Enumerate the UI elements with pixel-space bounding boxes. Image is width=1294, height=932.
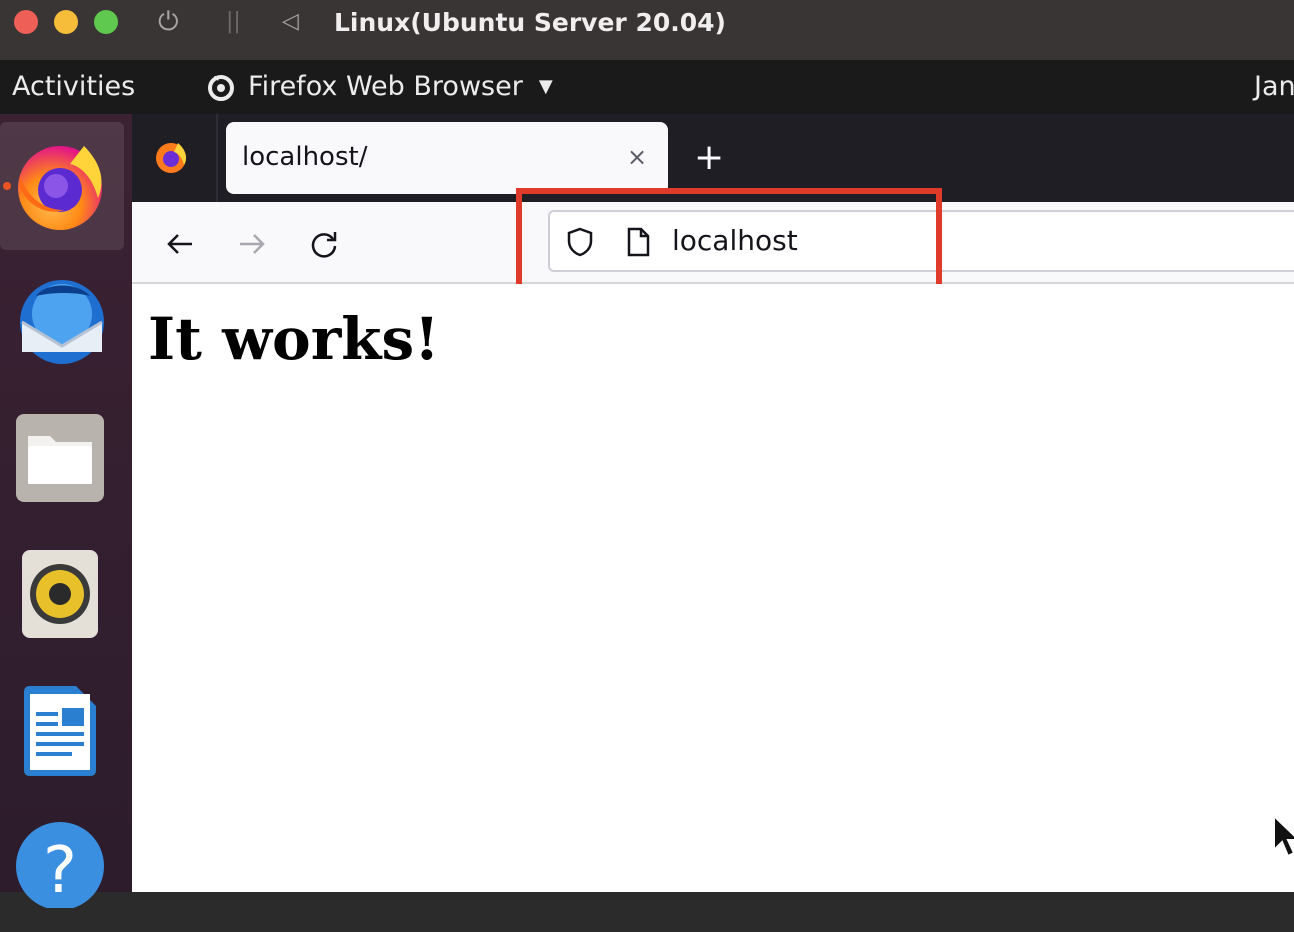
forward-button[interactable] — [234, 226, 270, 262]
libreoffice-writer-icon — [24, 686, 96, 776]
close-tab-icon[interactable]: × — [622, 140, 652, 174]
app-menu[interactable]: Firefox Web Browser ▼ — [206, 70, 553, 104]
firefox-symbolic-icon — [208, 75, 234, 101]
power-icon[interactable]: ⏻ — [158, 6, 179, 38]
running-indicator — [3, 182, 11, 190]
vm-window-title: Linux(Ubuntu Server 20.04) — [334, 8, 726, 37]
gnome-top-bar: Activities Firefox Web Browser ▼ Jan — [0, 60, 1294, 114]
zoom-window-button[interactable] — [94, 10, 118, 34]
page-content: It works! — [132, 284, 1294, 892]
dock-item-help[interactable]: ? — [0, 804, 132, 932]
chevron-down-icon: ▼ — [538, 76, 553, 97]
arrow-right-icon — [240, 234, 265, 254]
svg-text:?: ? — [43, 834, 77, 908]
tab-localhost[interactable]: localhost/ × — [226, 122, 668, 194]
mouse-pointer-icon — [1273, 814, 1294, 858]
thunderbird-icon — [20, 280, 104, 364]
annotation-highlight-box — [516, 188, 942, 296]
help-icon: ? — [16, 822, 104, 908]
reload-icon — [311, 232, 337, 258]
dock-item-files[interactable] — [0, 396, 132, 524]
rhythmbox-icon — [22, 550, 98, 638]
firefox-icon — [18, 146, 102, 230]
tab-title: localhost/ — [242, 142, 368, 172]
clock[interactable]: Jan — [1254, 70, 1294, 104]
dock-item-firefox[interactable] — [0, 122, 124, 250]
dock-item-rhythmbox[interactable] — [0, 532, 132, 660]
dock-item-writer[interactable] — [0, 668, 132, 796]
app-menu-label: Firefox Web Browser — [248, 71, 523, 102]
arrow-left-icon — [167, 234, 192, 254]
dock: ? — [0, 114, 132, 908]
tab-separator — [216, 114, 218, 202]
back-button[interactable] — [162, 226, 198, 262]
close-window-button[interactable] — [14, 10, 38, 34]
new-tab-button[interactable]: + — [694, 140, 724, 176]
minimize-window-button[interactable] — [54, 10, 78, 34]
back-triangle-icon[interactable]: ◁ — [282, 6, 299, 38]
vm-titlebar: ⏻ || ◁ Linux(Ubuntu Server 20.04) — [0, 0, 1294, 60]
page-heading: It works! — [148, 305, 440, 373]
files-icon — [16, 414, 104, 502]
dock-item-thunderbird[interactable] — [0, 260, 132, 388]
pause-icon[interactable]: || — [226, 6, 241, 38]
reload-button[interactable] — [306, 226, 342, 262]
firefox-view-icon[interactable] — [154, 140, 188, 174]
activities-button[interactable]: Activities — [12, 70, 135, 104]
